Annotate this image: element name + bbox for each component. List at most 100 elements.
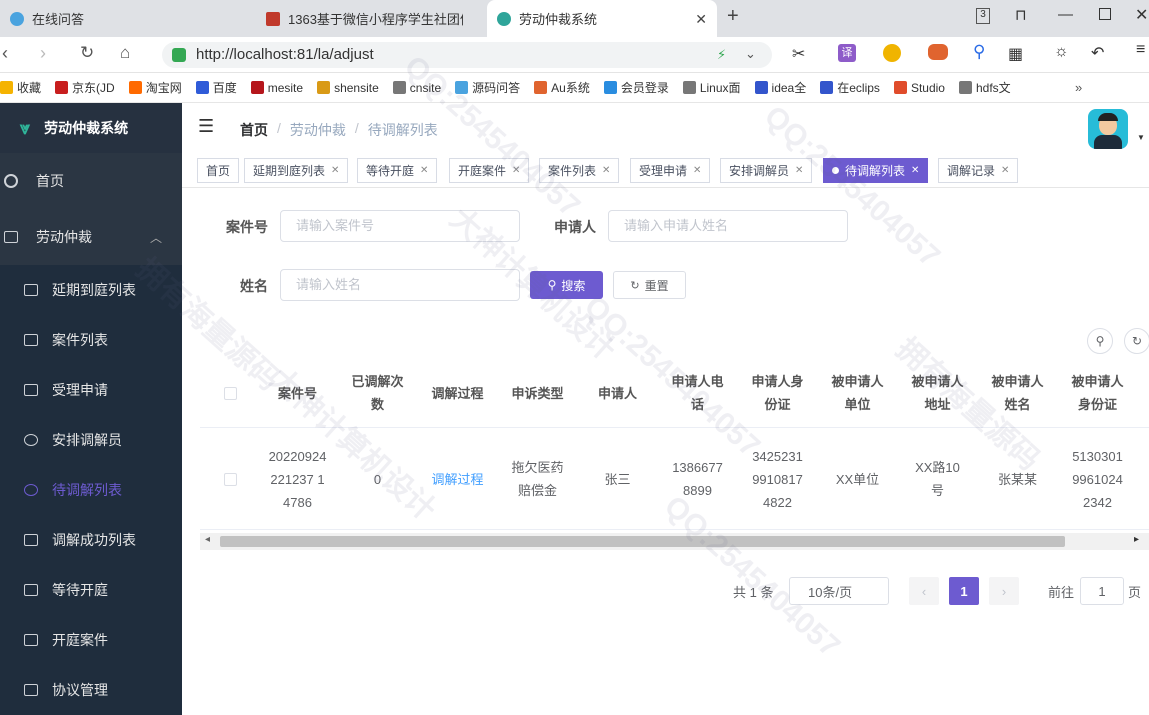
- close-icon[interactable]: ✕: [693, 165, 701, 176]
- close-icon[interactable]: ✕: [602, 165, 610, 176]
- sidebar-item-home[interactable]: 首页: [0, 156, 182, 206]
- tag-home[interactable]: 首页: [197, 158, 240, 183]
- browser-tab[interactable]: 1363基于微信小程序学生社团信: [256, 0, 486, 37]
- more-bookmarks-icon[interactable]: »: [1075, 80, 1082, 95]
- next-page-button[interactable]: ›: [989, 577, 1019, 605]
- scrollbar-thumb[interactable]: [220, 536, 1065, 547]
- browser-tab-active[interactable]: 劳动仲裁系统 ✕: [487, 0, 717, 37]
- reset-button[interactable]: ↻ 重置: [613, 271, 686, 299]
- browser-tab[interactable]: 在线问答: [0, 0, 255, 37]
- goto-page-input[interactable]: 1: [1080, 577, 1124, 605]
- tag-item[interactable]: 等待开庭 ✕: [357, 158, 438, 183]
- search-icon[interactable]: ⚲: [973, 42, 985, 62]
- caret-down-icon[interactable]: ▼: [1137, 133, 1145, 142]
- close-icon[interactable]: ✕: [795, 165, 803, 176]
- tag-item[interactable]: 调解记录 ✕: [938, 158, 1019, 183]
- prev-page-button[interactable]: ‹: [909, 577, 939, 605]
- close-icon[interactable]: ✕: [911, 165, 919, 176]
- bookmark-item[interactable]: mesite: [250, 80, 304, 95]
- bookmark-item[interactable]: 源码问答: [455, 79, 520, 96]
- bookmark-item[interactable]: cnsite: [392, 81, 441, 95]
- folder-icon: [4, 231, 18, 243]
- name-input[interactable]: 请输入姓名: [280, 269, 520, 301]
- sidebar-item-delayed-list[interactable]: 延期到庭列表: [0, 265, 182, 315]
- shirt-icon[interactable]: ⊓: [1015, 6, 1027, 24]
- avatar[interactable]: [1088, 109, 1128, 149]
- home-icon[interactable]: ⌂: [120, 43, 130, 63]
- chevron-down-icon[interactable]: ⌄: [745, 46, 756, 62]
- bookmark-item[interactable]: 淘宝网: [128, 79, 182, 96]
- apps-icon[interactable]: ▦: [1008, 44, 1023, 64]
- applicant-input[interactable]: 请输入申请人姓名: [608, 210, 848, 242]
- close-icon[interactable]: ✕: [512, 165, 520, 176]
- reload-icon[interactable]: ↻: [80, 43, 94, 63]
- bookmark-item[interactable]: 在eclips: [820, 79, 880, 96]
- cell-applicant-phone: 13866778899: [672, 460, 723, 498]
- mediation-process-link[interactable]: 调解过程: [420, 428, 495, 530]
- bookmark-item[interactable]: shensite: [317, 81, 379, 95]
- maximize-icon[interactable]: [1099, 8, 1111, 20]
- page-size-select[interactable]: 10条/页: [789, 577, 889, 605]
- close-icon[interactable]: ✕: [1001, 165, 1009, 176]
- page-number-current[interactable]: 1: [949, 577, 979, 605]
- scroll-right-icon[interactable]: ▸: [1134, 534, 1139, 545]
- tag-item[interactable]: 案件列表 ✕: [539, 158, 620, 183]
- theme-icon[interactable]: ☼: [1054, 43, 1069, 61]
- bookmark-item[interactable]: 收藏: [0, 79, 41, 96]
- sidebar-item-court-cases[interactable]: 开庭案件: [0, 615, 182, 665]
- horizontal-scrollbar[interactable]: ◂ ▸: [200, 533, 1149, 550]
- sidebar-item-agreements[interactable]: 协议管理: [0, 665, 182, 715]
- minimize-icon[interactable]: —: [1058, 6, 1073, 23]
- sidebar-item-accept[interactable]: 受理申请: [0, 365, 182, 415]
- url-field[interactable]: http://localhost:81/la/adjust ⚡ ⌄: [162, 42, 772, 68]
- bookmark-item[interactable]: idea全: [754, 79, 806, 96]
- translate-icon[interactable]: 译: [838, 44, 856, 62]
- hamburger-icon[interactable]: ☰: [198, 116, 214, 137]
- table-search-icon[interactable]: ⚲: [1087, 328, 1113, 354]
- close-tab-icon[interactable]: ✕: [695, 11, 707, 28]
- bookmark-item[interactable]: Au系统: [534, 79, 590, 96]
- bookmark-item[interactable]: Studio: [893, 81, 945, 95]
- search-button[interactable]: ⚲ 搜索: [530, 271, 603, 299]
- breadcrumb-home[interactable]: 首页: [240, 120, 268, 140]
- undo-icon[interactable]: ↶: [1091, 43, 1104, 63]
- cell-applicant: 张三: [604, 471, 631, 487]
- tag-item-active[interactable]: 待调解列表 ✕: [823, 158, 929, 183]
- sidebar-item-arbitration[interactable]: 劳动仲裁 ︿: [0, 212, 182, 262]
- breadcrumb-item: 劳动仲裁: [289, 122, 346, 138]
- sidebar-item-assign-mediator[interactable]: 安排调解员: [0, 415, 182, 465]
- table-refresh-icon[interactable]: ↻: [1124, 328, 1149, 354]
- bookmark-item[interactable]: hdfs文: [958, 79, 1011, 96]
- sidebar-item-pending-mediation[interactable]: 待调解列表: [0, 465, 182, 515]
- bookmark-item[interactable]: 京东(JD: [55, 79, 115, 96]
- sidebar-item-waiting-court[interactable]: 等待开庭: [0, 565, 182, 615]
- bookmark-label: 淘宝网: [145, 81, 182, 95]
- bookmark-label: mesite: [267, 80, 304, 95]
- bookmark-label: hdfs文: [975, 81, 1011, 95]
- game-icon[interactable]: [928, 44, 948, 60]
- select-all-checkbox[interactable]: [200, 358, 260, 428]
- sidebar-item-success-list[interactable]: 调解成功列表: [0, 515, 182, 565]
- menu-icon[interactable]: ≡: [1136, 41, 1145, 59]
- new-tab-icon[interactable]: +: [727, 5, 739, 28]
- row-checkbox[interactable]: [200, 428, 260, 530]
- back-icon[interactable]: ‹: [2, 43, 8, 64]
- sidebar-item-case-list[interactable]: 案件列表: [0, 315, 182, 365]
- lightning-icon[interactable]: ⚡: [717, 47, 726, 63]
- close-icon[interactable]: ✕: [331, 165, 339, 176]
- shield-icon[interactable]: [883, 44, 901, 62]
- close-icon[interactable]: ✕: [420, 165, 428, 176]
- tag-item[interactable]: 开庭案件 ✕: [449, 158, 530, 183]
- scroll-left-icon[interactable]: ◂: [205, 534, 210, 545]
- tag-item[interactable]: 受理申请 ✕: [630, 158, 711, 183]
- bookmark-item[interactable]: Linux面: [682, 79, 741, 96]
- bookmark-item[interactable]: 百度: [195, 79, 237, 96]
- case-number-input[interactable]: 请输入案件号: [280, 210, 520, 242]
- bookmark-item[interactable]: 会员登录: [603, 79, 669, 96]
- scissors-icon[interactable]: ✂: [792, 44, 805, 64]
- tab-count-icon[interactable]: 3: [976, 8, 990, 24]
- close-window-icon[interactable]: ✕: [1135, 5, 1148, 25]
- tag-item[interactable]: 延期到庭列表 ✕: [244, 158, 349, 183]
- tag-item[interactable]: 安排调解员 ✕: [720, 158, 813, 183]
- forward-icon[interactable]: ›: [40, 43, 46, 64]
